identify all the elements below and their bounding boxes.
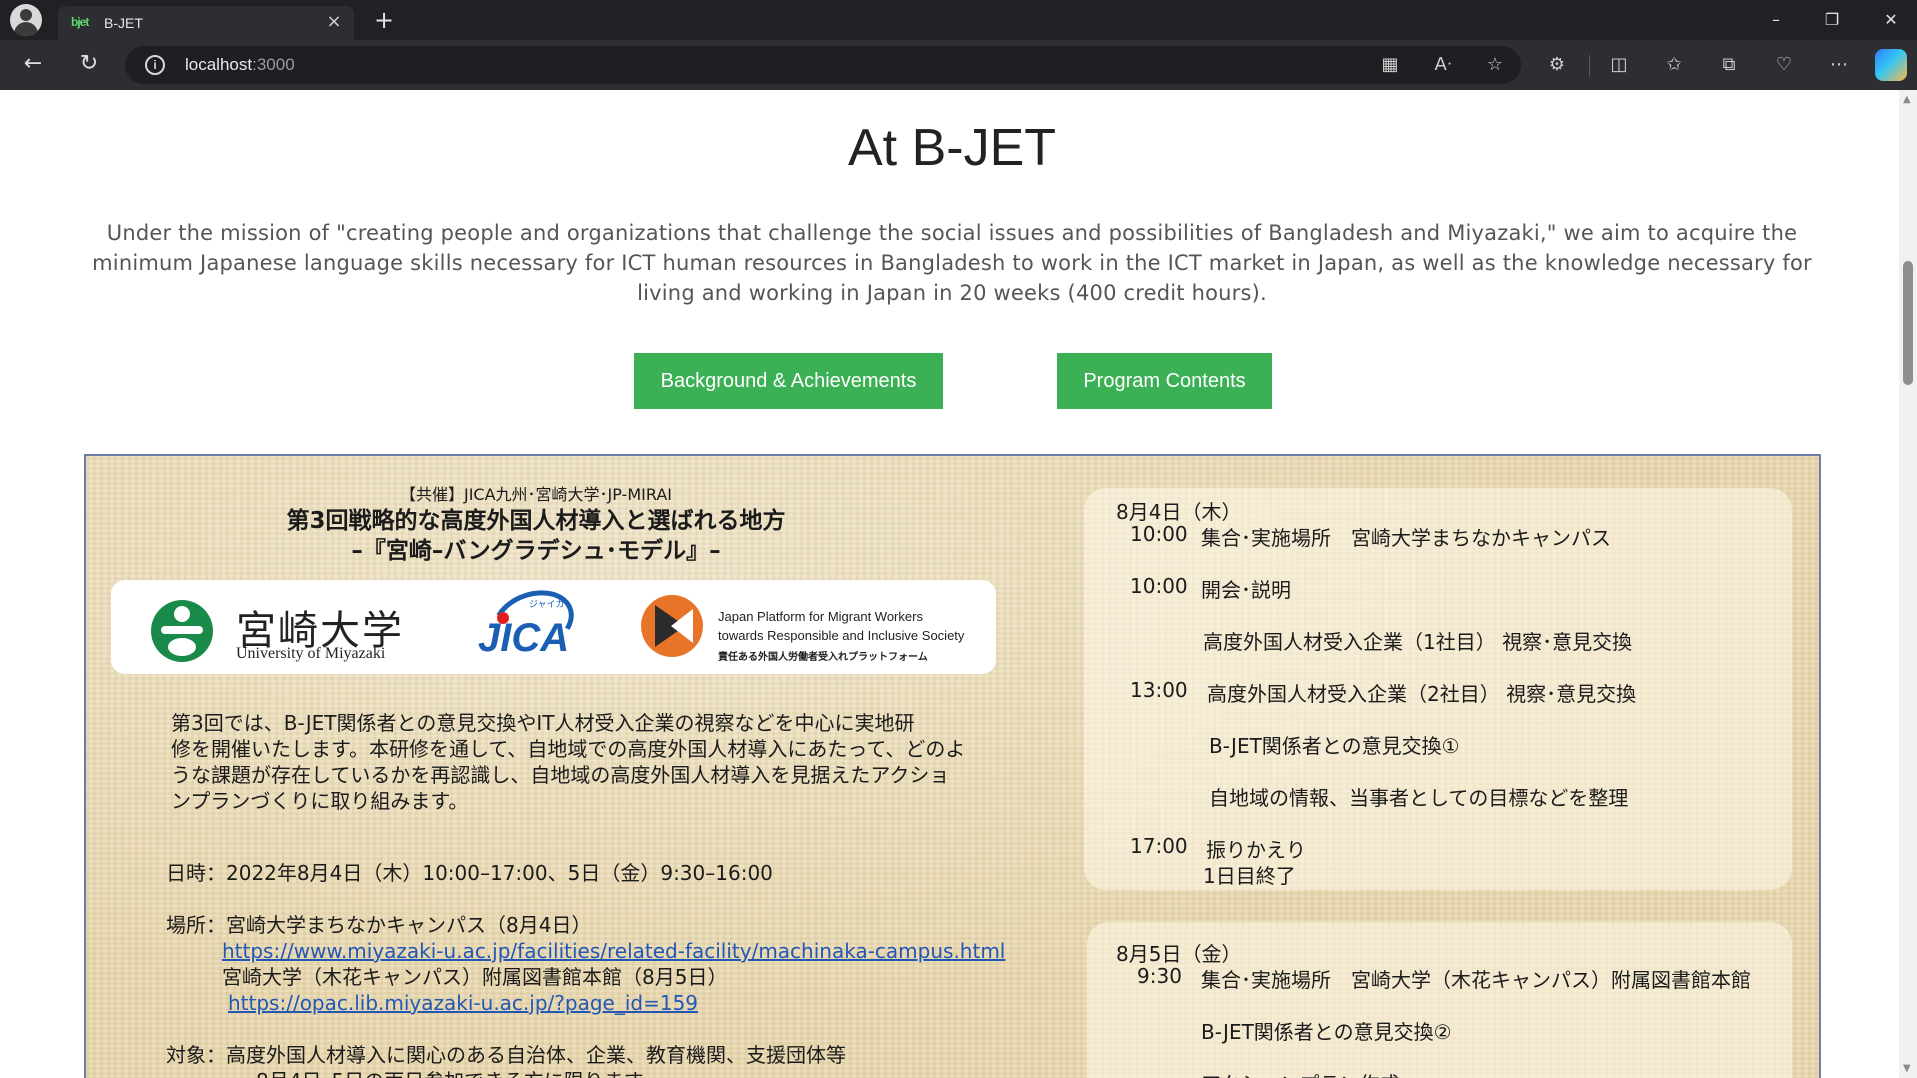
flyer-datetime: 日時：2022年8月4日（木）10:00–17:00、5日（金）9:30–16:…: [166, 861, 773, 885]
university-of-miyazaki-emblem-icon: [151, 600, 213, 662]
jp-mirai-name-line1: Japan Platform for Migrant Workers: [718, 609, 923, 624]
star-icon[interactable]: ☆: [1482, 52, 1508, 78]
browser-toolbar: ← ↻ i localhost:3000 ▦ Aᐧ ☆ ⚙ ◫ ✩ ⧉ ♡ ⋯: [0, 40, 1917, 90]
url-port: :3000: [252, 55, 295, 74]
info-icon[interactable]: i: [145, 55, 165, 75]
url-host: localhost: [185, 55, 253, 74]
day1-item: 振りかえり: [1206, 838, 1306, 862]
university-name-en: University of Miyazaki: [236, 645, 386, 662]
tab-title: B-JET: [104, 15, 143, 31]
close-window-button[interactable]: ✕: [1871, 6, 1911, 34]
intro-line: ンプランづくりに取り組みます。: [171, 789, 469, 813]
avatar-head-shape: [20, 9, 32, 21]
scroll-down-arrow-icon[interactable]: ▼: [1903, 1063, 1911, 1074]
day2-schedule-card: 8月5日（金） 9:30 集合･実施場所 宮崎大学（木花キャンパス）附属図書館本…: [1087, 922, 1792, 1078]
day1-item: 自地域の情報、当事者としての目標などを整理: [1209, 786, 1629, 810]
flyer-intro: 第3回では、B-JET関係者との意見交換やIT人材受入企業の視察などを中心に実地…: [171, 710, 971, 814]
day1-item: 開会･説明: [1201, 578, 1291, 602]
more-icon[interactable]: ⋯: [1826, 52, 1852, 78]
target-note: 8月4日･5日の両日参加できる方に限ります: [166, 1068, 846, 1078]
reload-icon[interactable]: ↻: [74, 51, 104, 81]
jica-logo-text: JICA: [478, 616, 570, 660]
day2-item: B-JET関係者との意見交換②: [1201, 1020, 1452, 1044]
split-screen-icon[interactable]: ◫: [1606, 52, 1632, 78]
back-arrow-icon[interactable]: ←: [18, 51, 48, 81]
jp-mirai-mark-light: [671, 609, 693, 643]
scroll-thumb[interactable]: [1903, 261, 1913, 385]
emblem-base: [168, 638, 196, 656]
day1-schedule-card: 8月4日（木） 10:00 集合･実施場所 宮崎大学まちなかキャンパス 10:0…: [1084, 488, 1792, 890]
jp-mirai-name-line3: 責任ある外国人労働者受入れプラットフォーム: [718, 652, 928, 663]
flyer-title: 第3回戦略的な高度外国人材導入と選ばれる地方 –『宮崎–バングラデシュ･モデル』…: [86, 506, 986, 566]
venue-library: 宮崎大学（木花キャンパス）附属図書館本館（8月5日）: [222, 965, 728, 989]
mission-statement: Under the mission of "creating people an…: [92, 221, 1812, 305]
intro-line: 第3回では、B-JET関係者との意見交換やIT人材受入企業の視察などを中心に実地…: [171, 711, 915, 735]
emblem-bar: [161, 626, 203, 634]
day2-item: アクションプラン作成: [1201, 1068, 1399, 1078]
venue-link-machinaka[interactable]: https://www.miyazaki-u.ac.jp/facilities/…: [166, 938, 1005, 964]
background-achievements-button[interactable]: Background & Achievements: [634, 353, 943, 409]
page-scrollbar[interactable]: ▲ ▼: [1899, 90, 1917, 1078]
extensions-icon[interactable]: ⚙: [1544, 52, 1570, 78]
venue-link-library[interactable]: https://opac.lib.miyazaki-u.ac.jp/?page_…: [166, 990, 1005, 1016]
flyer-venue: 場所：宮崎大学まちなかキャンパス（8月4日） https://www.miyaz…: [166, 912, 1005, 1016]
toolbar-divider: [1589, 55, 1590, 77]
target-label: 対象：高度外国人材導入に関心のある自治体、企業、教育機関、支援団体等: [166, 1043, 846, 1067]
flyer-cohost: 【共催】JICA九州･宮崎大学･JP-MIRAI: [399, 485, 672, 504]
day1-item: 集合･実施場所 宮崎大学まちなかキャンパス: [1201, 526, 1611, 550]
url-text[interactable]: localhost:3000: [185, 55, 295, 75]
address-bar[interactable]: i localhost:3000 ▦ Aᐧ ☆: [125, 46, 1521, 84]
page-viewport: At B-JET Under the mission of "creating …: [5, 90, 1899, 1078]
day1-item: 高度外国人材受入企業（1社目） 視察･意見交換: [1203, 630, 1633, 654]
jica-kana: ジャイカ: [529, 600, 565, 610]
intro-line: うな課題が存在しているかを再認識し、自地域の高度外国人材導入を見据えたアクショ: [171, 763, 950, 787]
minimize-window-button[interactable]: –: [1756, 6, 1796, 34]
day1-time: 13:00: [1130, 678, 1188, 702]
day2-item: 集合･実施場所 宮崎大学（木花キャンパス）附属図書館本館: [1201, 968, 1751, 992]
close-tab-icon[interactable]: ×: [324, 12, 344, 32]
restore-window-button[interactable]: ❐: [1812, 6, 1852, 34]
flyer-title-line1: 第3回戦略的な高度外国人材導入と選ばれる地方: [286, 508, 786, 534]
copilot-icon[interactable]: [1875, 49, 1907, 81]
day2-time: 9:30: [1137, 964, 1182, 988]
day1-time: 10:00: [1130, 522, 1188, 546]
apps-icon[interactable]: ▦: [1377, 52, 1403, 78]
page-title: At B-JET: [847, 119, 1057, 177]
day1-time: 17:00: [1130, 834, 1188, 858]
jp-mirai-name-line2: towards Responsible and Inclusive Societ…: [718, 628, 965, 643]
browser-tab-bar: bjet B-JET × + – ❐ ✕: [0, 0, 1917, 40]
jp-mirai-logo-icon: [641, 595, 703, 657]
intro-line: 修を開催いたします。本研修を通して、自地域での高度外国人材導入にあたって、どのよ: [171, 737, 966, 761]
read-aloud-icon[interactable]: Aᐧ: [1430, 52, 1456, 78]
profile-avatar[interactable]: [10, 4, 42, 36]
program-contents-button[interactable]: Program Contents: [1057, 353, 1272, 409]
flyer-target: 対象：高度外国人材導入に関心のある自治体、企業、教育機関、支援団体等 8月4日･…: [166, 1042, 846, 1078]
day1-time: 10:00: [1130, 574, 1188, 598]
collections-icon[interactable]: ⧉: [1716, 52, 1742, 78]
emblem-dot: [174, 606, 190, 622]
flyer-title-line2: –『宮崎–バングラデシュ･モデル』–: [351, 538, 721, 564]
favorites-icon[interactable]: ✩: [1661, 52, 1687, 78]
scroll-up-arrow-icon[interactable]: ▲: [1903, 94, 1911, 105]
avatar-body-shape: [14, 22, 38, 36]
day1-item: B-JET関係者との意見交換①: [1209, 734, 1460, 758]
day1-date: 8月4日（木）: [1116, 500, 1242, 524]
venue-label: 場所：宮崎大学まちなかキャンパス（8月4日）: [166, 913, 592, 937]
heart-pulse-icon[interactable]: ♡: [1771, 52, 1797, 78]
new-tab-button[interactable]: +: [370, 6, 398, 34]
day1-item: 1日目終了: [1203, 864, 1296, 888]
active-tab[interactable]: bjet B-JET ×: [58, 6, 354, 40]
seminar-flyer-image: 【共催】JICA九州･宮崎大学･JP-MIRAI 第3回戦略的な高度外国人材導入…: [84, 454, 1821, 1078]
bjet-favicon-icon: bjet: [71, 15, 89, 29]
sponsor-logos: 宮崎大学 University of Miyazaki ジャイカ JICA Ja…: [111, 579, 996, 674]
day2-date: 8月5日（金）: [1116, 942, 1242, 966]
day1-item: 高度外国人材受入企業（2社目） 視察･意見交換: [1207, 682, 1637, 706]
